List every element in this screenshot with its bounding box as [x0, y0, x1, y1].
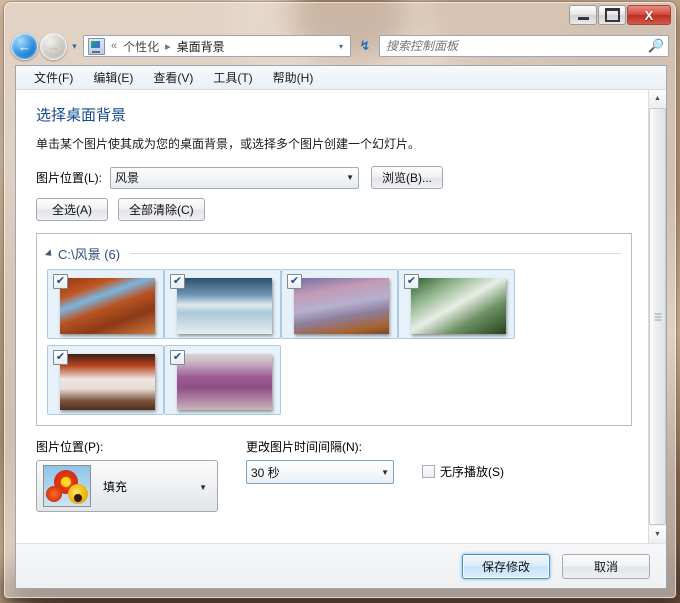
address-dropdown-icon[interactable]: ▾ — [334, 42, 348, 51]
control-panel-icon — [88, 37, 105, 55]
search-input[interactable] — [384, 38, 648, 54]
picture-location-value: 风景 — [115, 171, 140, 185]
thumbnail-checkbox[interactable]: ✔ — [287, 274, 302, 289]
flower-preview-icon — [43, 465, 91, 507]
title-bar: X — [5, 3, 675, 29]
menu-bar: 文件(F) 编辑(E) 查看(V) 工具(T) 帮助(H) — [16, 66, 666, 90]
shuffle-row[interactable]: 无序播放(S) — [422, 463, 504, 480]
clear-all-button[interactable]: 全部清除(C) — [118, 198, 205, 221]
chevron-down-icon: ▼ — [381, 467, 389, 477]
picture-list-panel[interactable]: C:\风景 (6) ✔ ✔ ✔ ✔ ✔ ✔ — [36, 233, 632, 426]
selection-buttons: 全选(A) 全部清除(C) — [36, 198, 632, 221]
thumbnail-checkbox[interactable]: ✔ — [53, 350, 68, 365]
select-all-button[interactable]: 全选(A) — [36, 198, 108, 221]
history-dropdown-icon[interactable]: ▾ — [68, 41, 81, 52]
group-divider — [130, 253, 621, 254]
collapse-triangle-icon[interactable] — [44, 248, 55, 259]
table-row[interactable]: ✔ — [164, 345, 281, 415]
refresh-icon[interactable]: ↯ — [355, 35, 375, 57]
page-description: 单击某个图片使其成为您的桌面背景，或选择多个图片创建一个幻灯片。 — [36, 137, 421, 151]
thumbnail-checkbox[interactable]: ✔ — [170, 274, 185, 289]
menu-tools[interactable]: 工具(T) — [203, 67, 262, 88]
browse-button[interactable]: 浏览(B)... — [371, 166, 444, 189]
scrollbar-grip-icon — [654, 311, 661, 322]
minimize-button[interactable] — [569, 5, 597, 25]
restore-button[interactable] — [598, 5, 626, 25]
breadcrumb-overflow-icon[interactable]: « — [108, 40, 120, 52]
menu-help[interactable]: 帮助(H) — [263, 67, 324, 88]
thumbnail-checkbox[interactable]: ✔ — [404, 274, 419, 289]
forward-button[interactable]: → — [40, 32, 67, 60]
thumbnail-image-lavender-field — [177, 354, 272, 410]
interval-value: 30 秒 — [251, 465, 280, 480]
thumbnail-image-mesa-arch — [60, 354, 155, 410]
table-row[interactable]: ✔ — [281, 269, 398, 339]
dialog-footer: 保存修改 取消 — [16, 543, 666, 588]
minimize-icon — [577, 16, 589, 20]
group-title: C:\风景 (6) — [58, 247, 121, 262]
chevron-down-icon: ▼ — [346, 173, 355, 182]
picture-location-label: 图片位置(L): — [36, 171, 103, 185]
chevron-down-icon: ▼ — [199, 483, 207, 492]
thumbnail-image-canyon-reflection — [60, 278, 155, 334]
page-title: 选择桌面背景 — [36, 107, 127, 124]
restore-icon — [604, 8, 620, 22]
group-header[interactable]: C:\风景 (6) — [44, 244, 621, 263]
thumbnail-grid: ✔ ✔ ✔ ✔ ✔ ✔ — [47, 269, 621, 421]
settings-content: 选择桌面背景 单击某个图片使其成为您的桌面背景，或选择多个图片创建一个幻灯片。 … — [16, 90, 648, 543]
window-controls: X — [568, 5, 671, 25]
shuffle-checkbox[interactable] — [422, 465, 435, 478]
control-panel-window: X ← → ▾ « 个性化 ▸ 桌面背景 ▾ ↯ 🔍 文件(F) 编辑(E) 查… — [4, 2, 676, 598]
thumbnail-image-green-waterfall — [411, 278, 506, 334]
search-icon: 🔍 — [647, 38, 664, 53]
picture-location-dropdown[interactable]: 风景 ▼ — [110, 166, 360, 189]
scrollbar-thumb[interactable] — [649, 108, 666, 525]
table-row[interactable]: ✔ — [164, 269, 281, 339]
thumbnail-checkbox[interactable]: ✔ — [170, 350, 185, 365]
breadcrumb-separator-icon: ▸ — [165, 40, 171, 53]
scroll-down-button[interactable]: ▼ — [649, 526, 666, 543]
back-button[interactable]: ← — [11, 32, 38, 60]
table-row[interactable]: ✔ — [47, 269, 164, 339]
breadcrumb-item-personalization[interactable]: 个性化 — [120, 37, 162, 56]
thumbnail-image-icy-lake-sunset — [177, 278, 272, 334]
navigation-bar: ← → ▾ « 个性化 ▸ 桌面背景 ▾ ↯ 🔍 — [5, 29, 675, 63]
picture-position-label: 图片位置(P): — [36, 440, 104, 454]
cancel-button[interactable]: 取消 — [562, 553, 650, 579]
menu-view[interactable]: 查看(V) — [143, 67, 203, 88]
menu-edit[interactable]: 编辑(E) — [83, 67, 143, 88]
shuffle-label: 无序播放(S) — [440, 465, 504, 479]
vertical-scrollbar[interactable]: ▲ ▼ — [648, 90, 666, 543]
menu-file[interactable]: 文件(F) — [24, 67, 83, 88]
thumbnail-image-purple-coast-sunset — [294, 278, 389, 334]
picture-position-field: 图片位置(P): 填充 ▼ — [36, 438, 218, 512]
interval-field: 更改图片时间间隔(N): 30 秒 ▼ — [246, 438, 394, 484]
picture-position-dropdown[interactable]: 填充 ▼ — [36, 460, 218, 512]
client-area: 文件(F) 编辑(E) 查看(V) 工具(T) 帮助(H) 选择桌面背景 单击某… — [15, 65, 667, 589]
table-row[interactable]: ✔ — [398, 269, 515, 339]
thumbnail-checkbox[interactable]: ✔ — [53, 274, 68, 289]
save-button[interactable]: 保存修改 — [462, 553, 550, 579]
options-row: 图片位置(P): 填充 ▼ 更改图片时间间隔(N): 30 秒 ▼ 无序播放(S… — [36, 438, 632, 512]
shuffle-field: 无序播放(S) — [422, 460, 504, 480]
search-box[interactable]: 🔍 — [379, 35, 669, 57]
close-button[interactable]: X — [627, 5, 671, 25]
interval-dropdown[interactable]: 30 秒 ▼ — [246, 460, 394, 484]
interval-label: 更改图片时间间隔(N): — [246, 440, 362, 454]
picture-location-row: 图片位置(L): 风景 ▼ 浏览(B)... — [36, 166, 632, 189]
breadcrumb-item-desktop-background[interactable]: 桌面背景 — [174, 37, 228, 56]
address-bar[interactable]: « 个性化 ▸ 桌面背景 ▾ — [83, 35, 351, 57]
scroll-up-button[interactable]: ▲ — [649, 90, 666, 107]
picture-position-value: 填充 — [103, 479, 128, 494]
table-row[interactable]: ✔ — [47, 345, 164, 415]
body-area: 选择桌面背景 单击某个图片使其成为您的桌面背景，或选择多个图片创建一个幻灯片。 … — [16, 90, 666, 543]
